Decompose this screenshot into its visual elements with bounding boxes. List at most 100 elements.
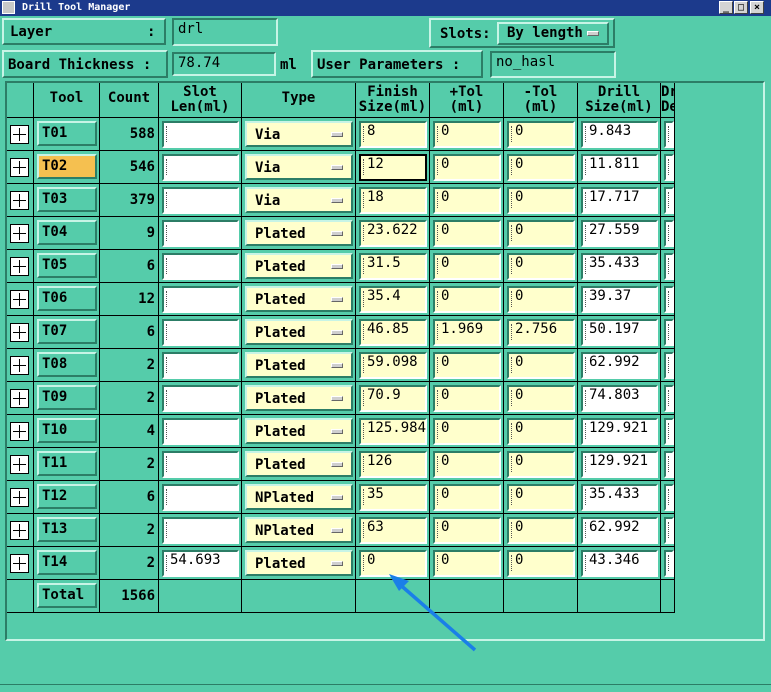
expand-plus-icon[interactable]	[10, 125, 29, 144]
tool-button[interactable]: T08	[37, 352, 97, 377]
thickness-field[interactable]: 78.74	[172, 52, 276, 76]
expand-plus-icon[interactable]	[10, 389, 29, 408]
minus-tol-input[interactable]: 2.756	[507, 319, 575, 346]
expand-plus-icon[interactable]	[10, 488, 29, 507]
tool-button[interactable]: T05	[37, 253, 97, 278]
tool-button[interactable]: T10	[37, 418, 97, 443]
plus-tol-input[interactable]: 0	[433, 517, 501, 544]
plus-tol-input[interactable]: 0	[433, 121, 501, 148]
minimize-button[interactable]: _	[719, 1, 733, 14]
expand-plus-icon[interactable]	[10, 422, 29, 441]
close-button[interactable]: ×	[750, 1, 764, 14]
plus-tol-input[interactable]: 1.969	[433, 319, 501, 346]
finish-size-input[interactable]: 23.622	[359, 220, 427, 247]
drill-des-input[interactable]	[664, 154, 674, 181]
type-dropdown[interactable]: Plated	[245, 253, 353, 279]
expand-plus-icon[interactable]	[10, 290, 29, 309]
tool-button[interactable]: T14	[37, 550, 97, 575]
minus-tol-input[interactable]: 0	[507, 352, 575, 379]
plus-tol-input[interactable]: 0	[433, 286, 501, 313]
drill-size-input[interactable]: 50.197	[581, 319, 658, 346]
type-dropdown[interactable]: Plated	[245, 451, 353, 477]
maximize-button[interactable]: □	[734, 1, 748, 14]
drill-des-input[interactable]	[664, 220, 674, 247]
drill-des-input[interactable]	[664, 121, 674, 148]
plus-tol-input[interactable]: 0	[433, 154, 501, 181]
minus-tol-input[interactable]: 0	[507, 451, 575, 478]
type-dropdown[interactable]: Via	[245, 154, 353, 180]
expand-plus-icon[interactable]	[10, 554, 29, 573]
drill-des-input[interactable]	[664, 319, 674, 346]
type-dropdown[interactable]: NPlated	[245, 517, 353, 543]
drill-size-input[interactable]: 17.717	[581, 187, 658, 214]
drill-size-input[interactable]: 27.559	[581, 220, 658, 247]
slot-len-input[interactable]	[162, 451, 239, 478]
drill-des-input[interactable]	[664, 352, 674, 379]
plus-tol-input[interactable]: 0	[433, 385, 501, 412]
minus-tol-input[interactable]: 0	[507, 418, 575, 445]
tool-button[interactable]: T11	[37, 451, 97, 476]
slots-dropdown[interactable]: By length	[497, 22, 609, 45]
expand-plus-icon[interactable]	[10, 257, 29, 276]
type-dropdown[interactable]: NPlated	[245, 484, 353, 510]
expand-plus-icon[interactable]	[10, 191, 29, 210]
minus-tol-input[interactable]: 0	[507, 286, 575, 313]
type-dropdown[interactable]: Plated	[245, 418, 353, 444]
expand-plus-icon[interactable]	[10, 158, 29, 177]
slot-len-input[interactable]	[162, 418, 239, 445]
minus-tol-input[interactable]: 0	[507, 550, 575, 577]
drill-size-input[interactable]: 74.803	[581, 385, 658, 412]
drill-des-input[interactable]	[664, 418, 674, 445]
drill-size-input[interactable]: 9.843	[581, 121, 658, 148]
drill-size-input[interactable]: 129.921	[581, 451, 658, 478]
finish-size-input[interactable]: 35.4	[359, 286, 427, 313]
finish-size-input[interactable]: 31.5	[359, 253, 427, 280]
minus-tol-input[interactable]: 0	[507, 253, 575, 280]
type-dropdown[interactable]: Plated	[245, 352, 353, 378]
slot-len-input[interactable]	[162, 484, 239, 511]
type-dropdown[interactable]: Plated	[245, 220, 353, 246]
finish-size-input[interactable]: 63	[359, 517, 427, 544]
drill-size-input[interactable]: 11.811	[581, 154, 658, 181]
minus-tol-input[interactable]: 0	[507, 121, 575, 148]
drill-des-input[interactable]	[664, 253, 674, 280]
type-dropdown[interactable]: Plated	[245, 319, 353, 345]
tool-button[interactable]: T02	[37, 154, 97, 179]
slot-len-input[interactable]	[162, 121, 239, 148]
finish-size-input[interactable]: 59.098	[359, 352, 427, 379]
type-dropdown[interactable]: Plated	[245, 550, 353, 576]
finish-size-input[interactable]: 18	[359, 187, 427, 214]
slot-len-input[interactable]	[162, 187, 239, 214]
type-dropdown[interactable]: Via	[245, 121, 353, 147]
minus-tol-input[interactable]: 0	[507, 187, 575, 214]
finish-size-input[interactable]: 126	[359, 451, 427, 478]
drill-size-input[interactable]: 35.433	[581, 484, 658, 511]
drill-des-input[interactable]	[664, 286, 674, 313]
tool-button[interactable]: T13	[37, 517, 97, 542]
drill-size-input[interactable]: 129.921	[581, 418, 658, 445]
finish-size-input[interactable]: 8	[359, 121, 427, 148]
type-dropdown[interactable]: Via	[245, 187, 353, 213]
slot-len-input[interactable]	[162, 352, 239, 379]
layer-field[interactable]: drl	[172, 18, 278, 46]
minus-tol-input[interactable]: 0	[507, 517, 575, 544]
minus-tol-input[interactable]: 0	[507, 385, 575, 412]
tool-button[interactable]: T06	[37, 286, 97, 311]
slot-len-input[interactable]	[162, 154, 239, 181]
slot-len-input[interactable]	[162, 385, 239, 412]
slot-len-input[interactable]	[162, 253, 239, 280]
plus-tol-input[interactable]: 0	[433, 484, 501, 511]
minus-tol-input[interactable]: 0	[507, 220, 575, 247]
expand-plus-icon[interactable]	[10, 455, 29, 474]
drill-des-input[interactable]	[664, 451, 674, 478]
finish-size-input[interactable]: 35	[359, 484, 427, 511]
drill-size-input[interactable]: 39.37	[581, 286, 658, 313]
type-dropdown[interactable]: Plated	[245, 385, 353, 411]
drill-des-input[interactable]	[664, 517, 674, 544]
drill-size-input[interactable]: 43.346	[581, 550, 658, 577]
tool-button[interactable]: T01	[37, 121, 97, 146]
finish-size-input[interactable]: 70.9	[359, 385, 427, 412]
tool-button[interactable]: T04	[37, 220, 97, 245]
slot-len-input[interactable]	[162, 220, 239, 247]
slot-len-input[interactable]	[162, 319, 239, 346]
